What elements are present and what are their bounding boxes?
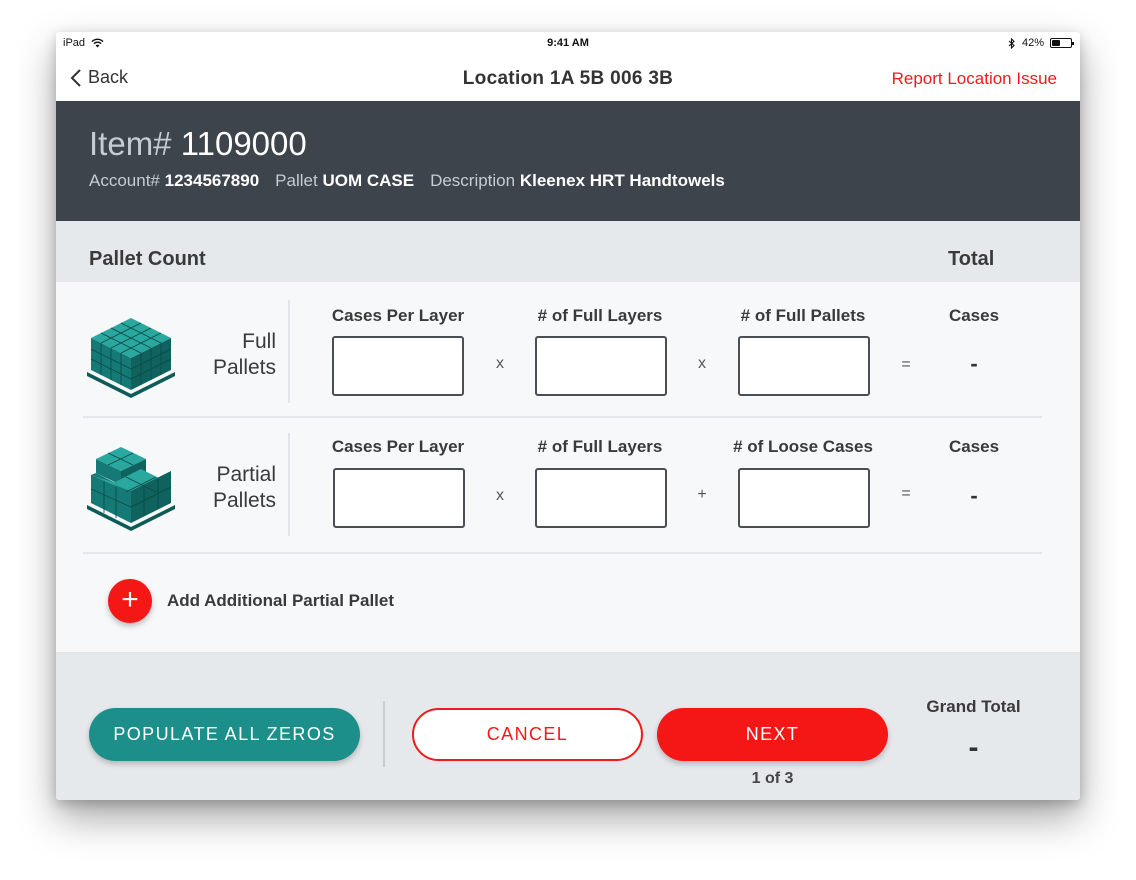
populate-all-zeros-button[interactable]: POPULATE ALL ZEROS — [89, 708, 360, 761]
grand-total-value: - — [968, 731, 979, 764]
pallet-count-header: Pallet Count Total — [56, 221, 1080, 282]
multiply-sign: x — [698, 355, 706, 372]
description-label: Description — [430, 171, 516, 190]
row-divider — [83, 552, 1042, 554]
equals-sign: = — [901, 356, 911, 373]
add-partial-pallet-label[interactable]: Add Additional Partial Pallet — [167, 591, 394, 611]
account-value: 1234567890 — [164, 171, 260, 190]
report-location-issue-link[interactable]: Report Location Issue — [892, 69, 1057, 89]
item-title: Item# 1109000 — [89, 125, 307, 163]
equals-sign: = — [901, 485, 911, 502]
cancel-button[interactable]: CANCEL — [412, 708, 643, 761]
ipad-screen: iPad 9:41 AM 42% Back Location 1A 5B 006… — [56, 32, 1080, 800]
full-pallet-icon — [87, 318, 175, 398]
description-value: Kleenex HRT Handtowels — [519, 171, 725, 190]
footer-bar: POPULATE ALL ZEROS CANCEL NEXT 1 of 3 Gr… — [56, 653, 1080, 800]
full-cases-per-layer-input[interactable] — [332, 336, 464, 396]
add-partial-pallet-button[interactable]: + — [108, 579, 152, 623]
cases-per-layer-label: Cases Per Layer — [331, 306, 465, 325]
item-header: Item# 1109000 Account# 1234567890 Pallet… — [56, 101, 1080, 221]
multiply-sign: x — [496, 355, 504, 372]
full-layers-input[interactable] — [535, 336, 667, 396]
full-pallets-count-label: # of Full Pallets — [740, 306, 866, 325]
next-button[interactable]: NEXT — [657, 708, 888, 761]
full-pallets-row: Full Pallets Cases Per Layer # of Full L… — [56, 300, 1080, 420]
plus-sign: + — [697, 486, 707, 503]
full-layers-label: # of Full Layers — [537, 437, 663, 456]
multiply-sign: x — [496, 487, 504, 504]
pallet-value: UOM CASE — [322, 171, 415, 190]
grand-total-label: Grand Total — [926, 697, 1021, 716]
item-number-label: Item# — [89, 125, 172, 162]
partial-pallet-icon — [87, 447, 175, 531]
full-layers-label: # of Full Layers — [537, 306, 663, 325]
item-meta: Account# 1234567890 Pallet UOM CASE Desc… — [89, 171, 725, 191]
item-number: 1109000 — [180, 125, 307, 162]
partial-full-layers-input[interactable] — [535, 468, 667, 528]
full-pallets-label: Full Pallets — [212, 330, 276, 379]
add-partial-pallet-row[interactable]: + Add Additional Partial Pallet — [108, 579, 394, 623]
full-pallets-input[interactable] — [738, 336, 870, 396]
battery-percent: 42% — [1021, 37, 1044, 49]
status-bar: iPad 9:41 AM 42% — [56, 32, 1080, 54]
partial-cases-label: Cases — [948, 437, 1000, 456]
partial-cases-per-layer-input[interactable] — [333, 468, 465, 528]
full-cases-label: Cases — [948, 306, 1000, 325]
loose-cases-label: # of Loose Cases — [733, 437, 873, 456]
full-cases-total: - — [970, 351, 978, 376]
row-divider — [83, 416, 1042, 418]
battery-icon — [1050, 38, 1074, 48]
cases-per-layer-label: Cases Per Layer — [331, 437, 465, 456]
total-column-title: Total — [948, 248, 995, 270]
partial-pallets-row: Partial Pallets Cases Per Layer # of Ful… — [56, 433, 1080, 553]
navigation-bar: Back Location 1A 5B 006 3B Report Locati… — [56, 54, 1080, 101]
bluetooth-icon — [1008, 37, 1015, 49]
footer-divider — [383, 701, 385, 767]
loose-cases-input[interactable] — [738, 468, 870, 528]
page-indicator: 1 of 3 — [751, 770, 794, 787]
account-label: Account# — [89, 171, 160, 190]
partial-pallets-label: Partial Pallets — [212, 463, 276, 512]
pallet-label: Pallet — [275, 171, 318, 190]
pallet-count-body: Full Pallets Cases Per Layer # of Full L… — [56, 282, 1080, 653]
section-title: Pallet Count — [89, 248, 206, 270]
status-time: 9:41 AM — [547, 37, 589, 49]
partial-cases-total: - — [970, 483, 978, 508]
